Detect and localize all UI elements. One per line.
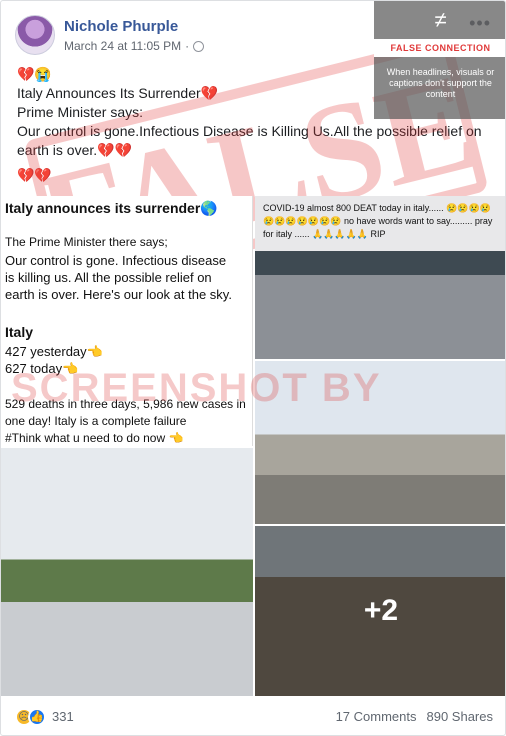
not-equal-icon: ≠ — [434, 7, 447, 32]
reaction-count: 331 — [52, 709, 74, 724]
timestamp[interactable]: March 24 at 11:05 PM — [64, 39, 181, 53]
screenshot-watermark: SCREENSHOT BY — [11, 366, 382, 410]
false-connection-panel[interactable]: ≠ FALSE CONNECTION When headlines, visua… — [374, 1, 505, 119]
author-name[interactable]: Nichole Phurple — [64, 18, 178, 35]
tile-caption: COVID-19 almost 800 DEAT today in italy.… — [263, 203, 493, 239]
screenshot-line: 427 yesterday👈 — [5, 344, 103, 359]
more-photos-count: +2 — [255, 526, 505, 696]
shares-link[interactable]: 890 Shares — [427, 709, 494, 724]
post-meta: March 24 at 11:05 PM · — [64, 39, 205, 53]
post-text-line: 💔💔 — [17, 167, 52, 183]
screenshot-line: is killing us. All the possible relief o… — [5, 270, 212, 285]
post-footer: ☹ 👍 331 17 Comments 890 Shares — [1, 696, 505, 735]
screenshot-line: Our control is gone. Infectious disease — [5, 253, 227, 268]
screenshot-line: earth is over. Here's our look at the sk… — [5, 287, 232, 302]
media-tile-more[interactable]: +2 — [255, 526, 505, 696]
square-photo — [255, 251, 505, 359]
false-connection-title: FALSE CONNECTION — [374, 39, 505, 57]
reactions[interactable]: ☹ 👍 331 — [15, 707, 74, 726]
media-tile-hospital-photo[interactable] — [1, 448, 253, 696]
screenshot-line: Italy announces its surrender🌎 — [5, 200, 218, 216]
globe-icon — [193, 40, 205, 52]
avatar[interactable] — [15, 15, 55, 55]
false-connection-description: When headlines, visuals or captions don'… — [386, 67, 495, 99]
media-tile-square-photo[interactable]: COVID-19 almost 800 DEAT today in italy.… — [255, 196, 505, 359]
post-card: Nichole Phurple March 24 at 11:05 PM · •… — [0, 0, 506, 736]
like-reaction-icon: 👍 — [28, 707, 46, 726]
post-text-line: Our control is gone.Infectious Disease i… — [17, 123, 486, 158]
hospital-photo — [1, 448, 253, 696]
comments-link[interactable]: 17 Comments — [336, 709, 417, 724]
screenshot-line: #Think what u need to do now 👈 — [5, 431, 184, 445]
screenshot-line: one day! Italy is a complete failure — [5, 414, 187, 428]
screenshot-line: Italy — [5, 324, 34, 340]
screenshot-line: The Prime Minister there says; — [5, 235, 168, 249]
media-grid: Italy announces its surrender🌎 The Prime… — [1, 196, 505, 696]
